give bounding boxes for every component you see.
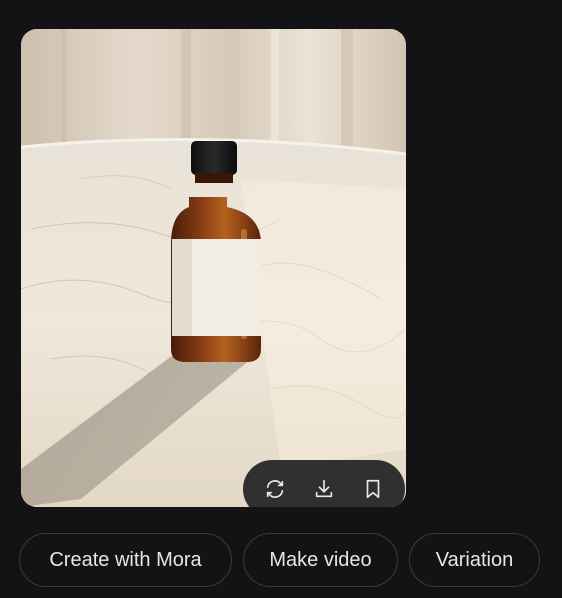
product-photo bbox=[21, 29, 406, 507]
generated-image-panel: Create with Mora Make video Variation bbox=[0, 0, 562, 598]
variation-button[interactable]: Variation bbox=[409, 533, 540, 587]
make-video-button[interactable]: Make video bbox=[243, 533, 398, 587]
create-with-mora-button[interactable]: Create with Mora bbox=[19, 533, 232, 587]
refresh-icon bbox=[267, 480, 284, 498]
suggested-actions: Create with Mora Make video Variation bbox=[19, 533, 540, 589]
download-button[interactable] bbox=[304, 469, 344, 507]
regenerate-button[interactable] bbox=[255, 469, 295, 507]
download-icon bbox=[315, 479, 333, 498]
save-bookmark-button[interactable] bbox=[353, 469, 393, 507]
generated-image[interactable] bbox=[21, 29, 406, 507]
image-action-toolbar bbox=[243, 460, 405, 507]
bookmark-icon bbox=[366, 479, 379, 499]
